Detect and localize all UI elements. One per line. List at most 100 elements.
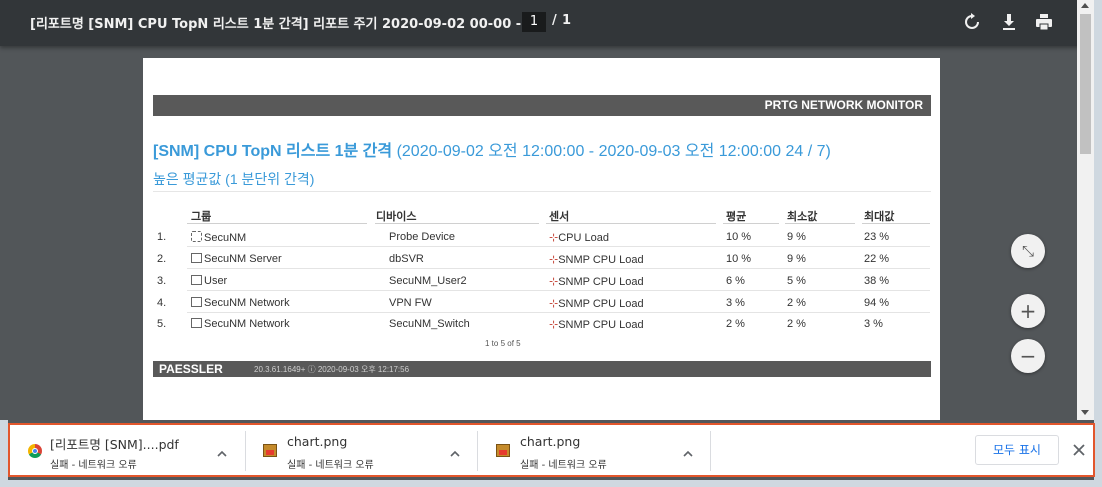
download-icon[interactable] — [998, 11, 1020, 33]
zoom-out-button[interactable]: − — [1011, 339, 1045, 373]
print-icon[interactable] — [1033, 11, 1055, 33]
chrome-icon — [28, 444, 42, 458]
row-device[interactable]: Probe Device — [389, 231, 455, 243]
row-number: 5. — [157, 318, 167, 330]
document-title: [리포트명 [SNM] CPU TopN 리스트 1분 간격] 리포트 주기 2… — [30, 17, 541, 32]
download-item[interactable]: chart.png 실패 - 네트워크 오류 — [247, 425, 477, 475]
row-sensor-label: SNMP CPU Load — [558, 276, 644, 288]
download-status: 실패 - 네트워크 오류 — [50, 460, 137, 471]
page-total: 1 — [562, 13, 572, 28]
chevron-up-icon[interactable] — [449, 445, 461, 457]
footer-meta: 20.3.61.1649+ ⓘ 2020-09-03 오후 12:17:56 — [254, 365, 410, 374]
close-icon[interactable] — [1068, 439, 1090, 461]
scroll-up-icon[interactable] — [1081, 3, 1089, 8]
download-filename: chart.png — [520, 434, 581, 449]
row-number: 1. — [157, 231, 167, 243]
report-banner: PRTG NETWORK MONITOR — [153, 95, 931, 116]
row-divider — [187, 268, 930, 269]
row-device[interactable]: SecuNM_User2 — [389, 275, 467, 287]
show-all-button[interactable]: 모두 표시 — [975, 435, 1059, 465]
download-shelf: [리포트명 [SNM]....pdf 실패 - 네트워크 오류 chart.pn… — [8, 423, 1095, 477]
paessler-logo: PAESSLER — [159, 362, 223, 376]
row-sensor[interactable]: ⊹SNMP CPU Load — [549, 253, 644, 266]
scrollbar-thumb[interactable] — [1080, 14, 1091, 154]
row-sensor[interactable]: ⊹SNMP CPU Load — [549, 318, 644, 331]
download-filename: chart.png — [287, 434, 348, 449]
group-icon — [191, 231, 202, 242]
page-number-input[interactable]: 1 — [522, 12, 546, 32]
pdf-toolbar: [리포트명 [SNM] CPU TopN 리스트 1분 간격] 리포트 주기 2… — [0, 0, 1102, 46]
column-header-sensor: 센서 — [549, 211, 570, 223]
plus-icon: + — [1019, 299, 1037, 323]
page-separator: / — [552, 13, 557, 28]
window-edge — [1094, 0, 1102, 487]
row-device[interactable]: VPN FW — [389, 297, 432, 309]
scroll-down-icon[interactable] — [1081, 410, 1089, 415]
header-underline — [375, 223, 539, 224]
image-file-icon — [496, 444, 510, 457]
row-avg: 10 % — [726, 231, 752, 243]
download-item[interactable]: chart.png 실패 - 네트워크 오류 — [480, 425, 710, 475]
header-underline — [862, 223, 930, 224]
row-max: 23 % — [864, 231, 890, 243]
row-group-label: SecuNM Network — [204, 318, 290, 330]
header-underline — [723, 223, 779, 224]
download-status: 실패 - 네트워크 오류 — [287, 460, 374, 471]
report-footer: PAESSLER 20.3.61.1649+ ⓘ 2020-09-03 오후 1… — [153, 361, 931, 377]
sensor-icon: ⊹ — [549, 298, 559, 310]
paging-info: 1 to 5 of 5 — [485, 339, 521, 348]
fit-page-button[interactable]: ⤡ — [1011, 234, 1045, 268]
chevron-up-icon[interactable] — [216, 445, 228, 457]
row-min: 2 % — [787, 297, 806, 309]
row-group[interactable]: SecuNM Server — [191, 253, 282, 265]
row-sensor[interactable]: ⊹SNMP CPU Load — [549, 297, 644, 310]
vertical-scrollbar[interactable] — [1077, 0, 1094, 420]
row-group[interactable]: User — [191, 275, 227, 287]
row-sensor-label: SNMP CPU Load — [558, 319, 644, 331]
row-group-label: SecuNM Server — [204, 253, 282, 265]
group-icon — [191, 253, 202, 263]
pdf-page: PRTG NETWORK MONITOR [SNM] CPU TopN 리스트 … — [143, 58, 940, 420]
divider — [477, 431, 478, 471]
row-max: 3 % — [864, 318, 883, 330]
column-header-min: 최소값 — [787, 211, 818, 223]
sensor-icon: ⊹ — [549, 276, 559, 288]
column-header-device: 디바이스 — [376, 211, 417, 223]
rotate-icon[interactable] — [961, 11, 983, 33]
download-item[interactable]: [리포트명 [SNM]....pdf 실패 - 네트워크 오류 — [10, 425, 245, 475]
minus-icon: − — [1019, 344, 1037, 368]
chevron-up-icon[interactable] — [682, 445, 694, 457]
row-max: 22 % — [864, 253, 890, 265]
row-min: 2 % — [787, 318, 806, 330]
row-avg: 2 % — [726, 318, 745, 330]
row-group[interactable]: SecuNM Network — [191, 318, 290, 330]
row-min: 5 % — [787, 275, 806, 287]
row-number: 4. — [157, 297, 167, 309]
row-avg: 3 % — [726, 297, 745, 309]
row-sensor[interactable]: ⊹SNMP CPU Load — [549, 275, 644, 288]
download-filename: [리포트명 [SNM]....pdf — [50, 437, 179, 452]
column-header-avg: 평균 — [726, 211, 747, 223]
row-group-label: SecuNM Network — [204, 297, 290, 309]
row-sensor[interactable]: ⊹CPU Load — [549, 231, 609, 244]
header-underline — [546, 223, 716, 224]
divider — [245, 431, 246, 471]
report-title-name: [SNM] CPU TopN 리스트 1분 간격 — [153, 143, 393, 160]
fit-page-icon: ⤡ — [1021, 242, 1034, 260]
row-group-label: User — [204, 275, 228, 287]
row-number: 3. — [157, 275, 167, 287]
row-max: 94 % — [864, 297, 890, 309]
group-icon — [191, 275, 202, 285]
row-group[interactable]: SecuNM — [191, 231, 246, 244]
row-device[interactable]: SecuNM_Switch — [389, 318, 470, 330]
divider — [710, 431, 711, 471]
row-sensor-label: CPU Load — [558, 232, 609, 244]
row-min: 9 % — [787, 231, 806, 243]
row-group[interactable]: SecuNM Network — [191, 297, 290, 309]
row-device[interactable]: dbSVR — [389, 253, 424, 265]
image-file-icon — [263, 444, 277, 457]
group-icon — [191, 297, 202, 307]
download-status: 실패 - 네트워크 오류 — [520, 460, 607, 471]
zoom-in-button[interactable]: + — [1011, 294, 1045, 328]
row-avg: 6 % — [726, 275, 745, 287]
